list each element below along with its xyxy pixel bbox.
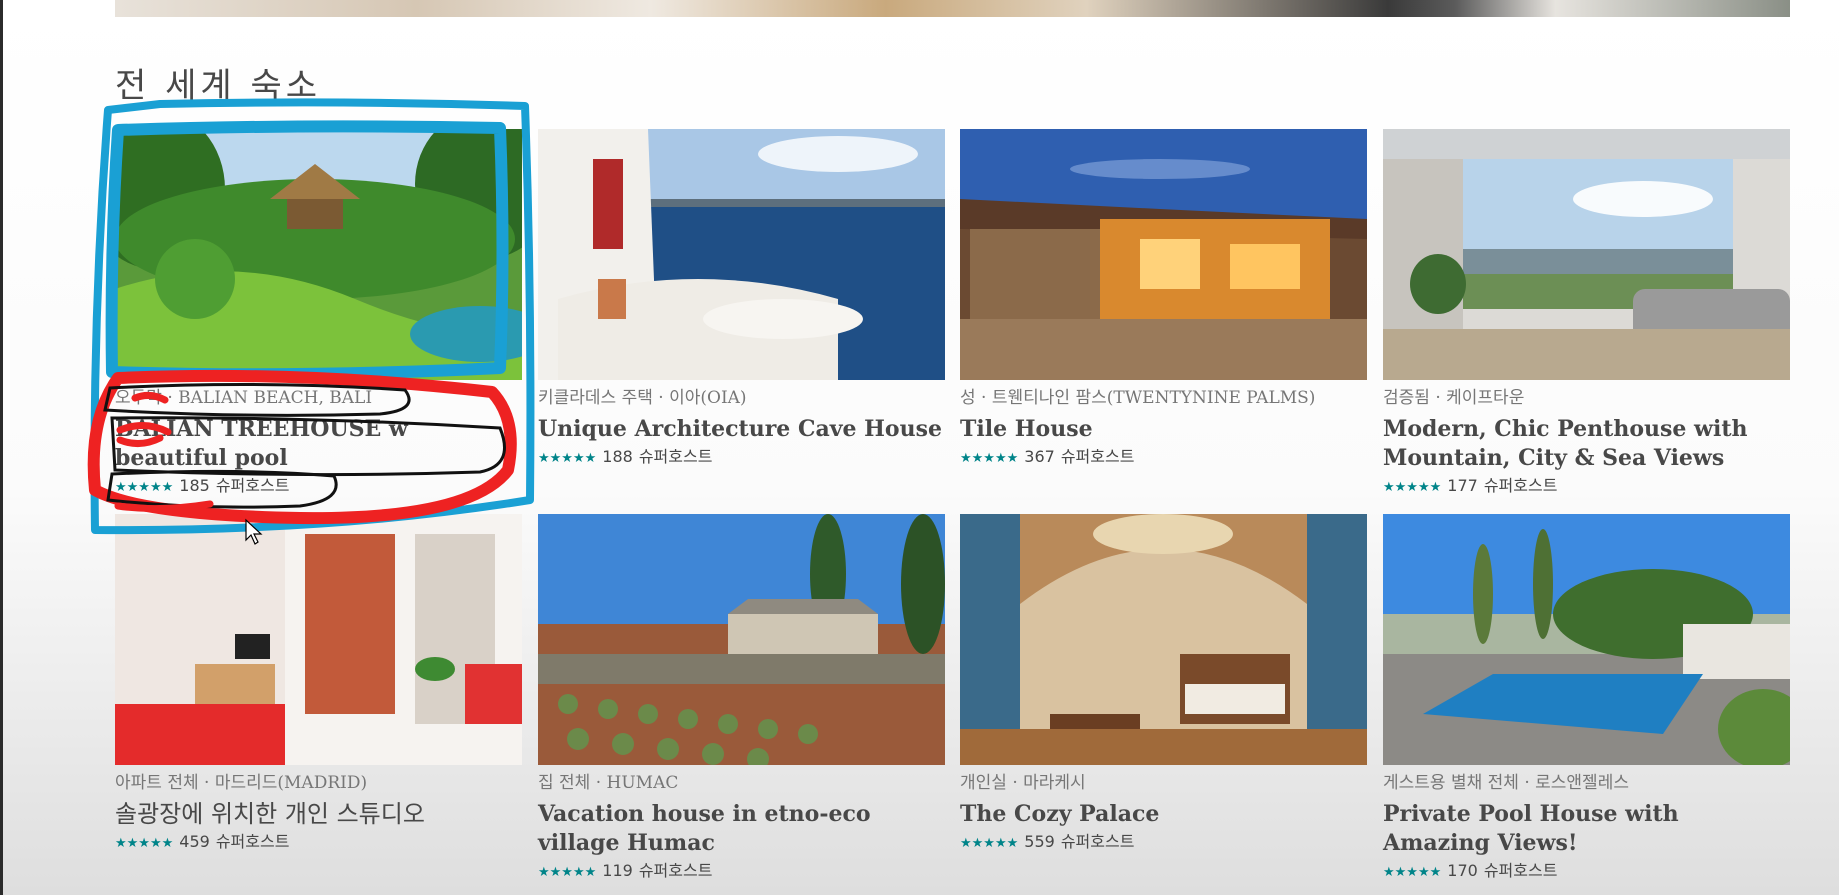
- listing-photo-humac[interactable]: [538, 514, 945, 765]
- listing-rating: ★★★★★ 170 슈퍼호스트: [1383, 860, 1790, 884]
- listing-type: 키클라데스 주택 · 이아(OIA): [538, 388, 747, 408]
- listing-rating: ★★★★★ 188 슈퍼호스트: [538, 446, 945, 470]
- star-rating-icon: ★★★★★: [115, 480, 174, 495]
- listing-card-penthouse[interactable]: 검증됨 · 케이프타운 Modern, Chic Penthouse with …: [1383, 129, 1790, 499]
- listing-rating: ★★★★★ 119 슈퍼호스트: [538, 860, 945, 884]
- review-count: 559: [1024, 832, 1055, 851]
- listing-photo-cave-house[interactable]: [538, 129, 945, 380]
- star-rating-icon: ★★★★★: [960, 836, 1019, 851]
- listing-rating: ★★★★★ 177 슈퍼호스트: [1383, 475, 1790, 499]
- superhost-badge: 슈퍼호스트: [1060, 447, 1135, 466]
- listing-card-balian-treehouse[interactable]: 오두막 · BALIAN BEACH, BALI BALIAN TREEHOUS…: [115, 129, 522, 499]
- listing-type: 오두막 · BALIAN BEACH, BALI: [115, 388, 373, 408]
- listing-name[interactable]: 솔광장에 위치한 개인 스튜디오: [115, 800, 522, 829]
- listing-card-madrid-studio[interactable]: 아파트 전체 · 마드리드(MADRID) 솔광장에 위치한 개인 스튜디오 ★…: [115, 514, 522, 855]
- listing-rating: ★★★★★ 559 슈퍼호스트: [960, 831, 1367, 855]
- listing-type: 개인실 · 마라케시: [960, 773, 1086, 793]
- listing-photo-pool-house[interactable]: [1383, 514, 1790, 765]
- listing-photo-cozy-palace[interactable]: [960, 514, 1367, 765]
- listing-name[interactable]: Tile House: [960, 415, 1367, 444]
- listing-type: 성 · 트웬티나인 팜스(TWENTYNINE PALMS): [960, 388, 1316, 408]
- listing-rating: ★★★★★ 367 슈퍼호스트: [960, 446, 1367, 470]
- superhost-badge: 슈퍼호스트: [638, 861, 713, 880]
- review-count: 367: [1024, 447, 1055, 466]
- listing-photo-madrid-studio[interactable]: [115, 514, 522, 765]
- listing-type: 집 전체 · HUMAC: [538, 773, 679, 793]
- listing-card-tile-house[interactable]: 성 · 트웬티나인 팜스(TWENTYNINE PALMS) Tile Hous…: [960, 129, 1367, 470]
- review-count: 185: [179, 476, 210, 495]
- review-count: 119: [602, 861, 633, 880]
- star-rating-icon: ★★★★★: [1383, 480, 1442, 495]
- star-rating-icon: ★★★★★: [538, 865, 597, 880]
- listing-type: 아파트 전체 · 마드리드(MADRID): [115, 773, 368, 793]
- listing-name[interactable]: The Cozy Palace: [960, 800, 1367, 829]
- listing-name[interactable]: Modern, Chic Penthouse with Mountain, Ci…: [1383, 415, 1790, 473]
- superhost-badge: 슈퍼호스트: [1483, 476, 1558, 495]
- superhost-badge: 슈퍼호스트: [638, 447, 713, 466]
- listing-card-cozy-palace[interactable]: 개인실 · 마라케시 The Cozy Palace ★★★★★ 559 슈퍼호스트: [960, 514, 1367, 855]
- review-count: 459: [179, 832, 210, 851]
- star-rating-icon: ★★★★★: [115, 836, 174, 851]
- hero-image-strip: [115, 0, 1790, 17]
- listing-photo-tile-house[interactable]: [960, 129, 1367, 380]
- superhost-badge: 슈퍼호스트: [215, 832, 290, 851]
- listing-photo-treehouse[interactable]: [115, 129, 522, 380]
- listing-photo-penthouse[interactable]: [1383, 129, 1790, 380]
- listing-name[interactable]: BALIAN TREEHOUSE w beautiful pool: [115, 415, 522, 473]
- listing-type: 검증됨 · 케이프타운: [1383, 388, 1525, 408]
- star-rating-icon: ★★★★★: [1383, 865, 1442, 880]
- superhost-badge: 슈퍼호스트: [1060, 832, 1135, 851]
- section-title: 전 세계 숙소: [115, 66, 322, 106]
- review-count: 177: [1447, 476, 1478, 495]
- window-edge: [0, 0, 3, 895]
- listing-name[interactable]: Private Pool House with Amazing Views!: [1383, 800, 1790, 858]
- listing-type: 게스트용 별채 전체 · 로스앤젤레스: [1383, 773, 1629, 793]
- review-count: 188: [602, 447, 633, 466]
- listings-grid: 오두막 · BALIAN BEACH, BALI BALIAN TREEHOUS…: [115, 129, 1790, 889]
- listing-rating: ★★★★★ 459 슈퍼호스트: [115, 831, 522, 855]
- star-rating-icon: ★★★★★: [538, 451, 597, 466]
- listing-card-pool-house[interactable]: 게스트용 별채 전체 · 로스앤젤레스 Private Pool House w…: [1383, 514, 1790, 884]
- listing-rating: ★★★★★ 185 슈퍼호스트: [115, 475, 522, 499]
- superhost-badge: 슈퍼호스트: [215, 476, 290, 495]
- listing-card-humac[interactable]: 집 전체 · HUMAC Vacation house in etno-eco …: [538, 514, 945, 884]
- listing-name[interactable]: Vacation house in etno-eco village Humac: [538, 800, 945, 858]
- superhost-badge: 슈퍼호스트: [1483, 861, 1558, 880]
- review-count: 170: [1447, 861, 1478, 880]
- listing-card-cave-house[interactable]: 키클라데스 주택 · 이아(OIA) Unique Architecture C…: [538, 129, 945, 470]
- listing-name[interactable]: Unique Architecture Cave House: [538, 415, 945, 444]
- star-rating-icon: ★★★★★: [960, 451, 1019, 466]
